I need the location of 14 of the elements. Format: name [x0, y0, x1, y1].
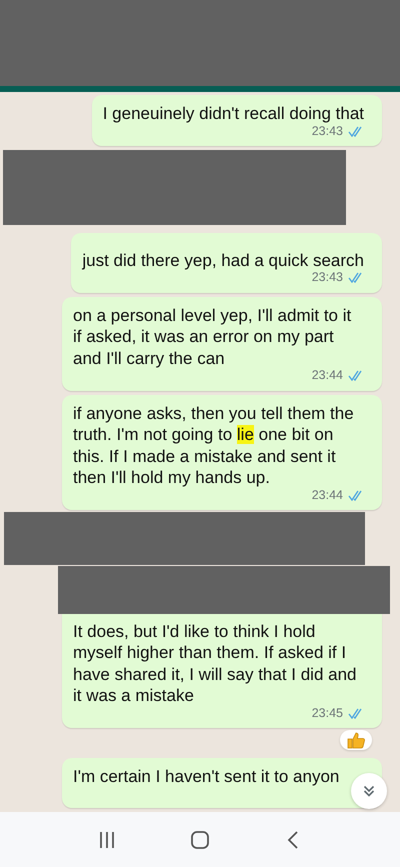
- reaction-badge[interactable]: [340, 730, 372, 750]
- thumbs-up-icon: [346, 730, 366, 750]
- message-time: 23:45: [312, 704, 343, 722]
- message-time: 23:43: [312, 122, 343, 140]
- message-time: 23:44: [312, 486, 343, 504]
- message-text: just did there yep, had a quick search: [82, 250, 364, 272]
- message-text: I'm certain I haven't sent it to anyon: [73, 766, 340, 788]
- message-text: I geneuinely didn't recall doing that: [102, 103, 364, 124]
- home-icon[interactable]: [188, 828, 211, 850]
- message-time: 23:43: [312, 269, 343, 286]
- message-text: It does, but I'd like to think I hold myself higher than them. If asked if I have shared it, I will say that I did and it was a mistake: [73, 620, 358, 707]
- message-time: 23:44: [312, 367, 343, 384]
- message-text: on a personal level yep, I'll admit to it if asked, it was an error on my part and I'll carry the can: [73, 304, 352, 370]
- message-text: if anyone asks, then you tell them the truth. I'm not going to lie one bit on this. If I made a mistake and sent it then I'll hold my hands up.: [73, 402, 355, 489]
